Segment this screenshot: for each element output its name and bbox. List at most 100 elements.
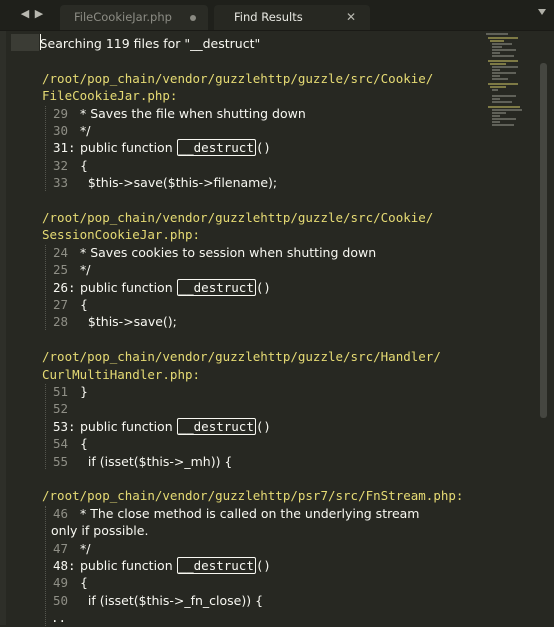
code-text: */ [76,123,91,138]
minimap-line [492,121,500,123]
code-text: $this->save($this->filename); [76,175,278,191]
find-results-view[interactable]: Searching 119 files for "__destruct" /roo… [0,31,554,626]
indent-guide [45,244,46,330]
vertical-scrollbar[interactable] [540,63,547,418]
code-text: { [76,575,88,591]
file-name[interactable]: SessionCookieJar.php: [42,227,200,242]
file-path[interactable]: /root/pop_chain/vendor/guzzlehttp/guzzle… [42,210,433,225]
result-line: 33 $this->save($this->filename); [50,174,277,191]
file-path[interactable]: /root/pop_chain/vendor/guzzlehttp/guzzle… [42,349,441,364]
code-text: public function [76,418,177,434]
minimap[interactable] [486,33,538,143]
minimap-line [492,75,500,77]
line-number: 48 [52,558,68,573]
line-number: 25 [52,262,68,278]
line-number: 55 [52,453,68,469]
result-line: Searching 119 files for "__destruct" [40,35,260,52]
minimap-line [492,55,514,57]
file-path[interactable]: /root/pop_chain/vendor/guzzlehttp/psr7/s… [42,488,463,503]
line-number: 49 [52,575,68,591]
match-colon: : [68,418,76,434]
file-name[interactable]: FileCookieJar.php: [42,88,177,103]
line-number: 27 [52,297,68,312]
minimap-line [492,118,516,120]
result-line: 24 * Saves cookies to session when shutt… [50,244,376,261]
result-line: SessionCookieJar.php: [42,226,200,243]
minimap-line [488,83,518,85]
result-line: 54 { [50,435,88,452]
minimap-line [492,89,498,91]
match-highlight[interactable]: __destruct [176,417,256,435]
code-text: */ [76,540,91,556]
minimap-line [492,101,512,103]
minimap-line [492,72,516,74]
minimap-line [492,98,500,100]
code-text: public function [76,558,177,573]
search-summary-first-char: S [40,36,48,51]
minimap-line [490,63,506,65]
result-line: 32 { [50,157,88,174]
file-name[interactable]: CurlMultiHandler.php: [42,367,200,382]
line-number: 30 [52,123,68,138]
line-number: 52 [52,401,68,417]
result-line: 26: public function __destruct() [50,278,271,296]
tab-filecookiejar[interactable]: FileCookieJar.php [60,5,208,30]
text-cursor [40,34,41,50]
result-line: 50 if (isset($this->_fn_close)) { [50,592,263,609]
code-text: only if possible. [51,523,149,539]
minimap-line [492,69,500,71]
minimap-line [488,37,518,39]
result-line: 47 */ [50,540,91,557]
nav-back-icon[interactable]: ◀ [20,8,30,20]
tab-label: Find Results [234,10,303,24]
minimap-line [490,40,504,42]
line-number: 29 [52,105,68,121]
result-line: /root/pop_chain/vendor/guzzlehttp/guzzle… [42,209,433,226]
line-number: 46 [52,505,68,521]
result-line: 27 { [50,296,88,313]
file-path[interactable]: /root/pop_chain/vendor/guzzlehttp/guzzle… [42,71,433,86]
code-text: { [76,157,88,173]
result-line: only if possible. [51,522,148,539]
code-text: () [255,279,271,295]
tab-find-results[interactable]: Find Results ✕ [214,5,370,30]
code-text: * Saves cookies to session when shutting… [76,244,377,260]
result-line: 55 if (isset($this->_mh)) { [50,453,232,470]
result-line: /root/pop_chain/vendor/guzzlehttp/psr7/s… [42,487,463,504]
code-text: () [255,140,271,156]
code-text: * The close method is called on the unde… [76,505,420,521]
minimap-line [488,60,518,62]
code-text: $this->save(); [76,314,177,330]
result-line: 29 * Saves the file when shutting down [50,105,306,122]
nav-forward-icon[interactable]: ▶ [34,8,44,20]
code-text: if (isset($this->_mh)) { [76,453,233,469]
tab-list-dropdown-icon[interactable] [538,9,546,15]
match-highlight[interactable]: __destruct [176,139,256,157]
code-text: * Saves the file when shutting down [76,105,306,121]
line-number: 28 [52,314,68,330]
line-highlight [11,34,39,51]
close-tab-icon[interactable]: ✕ [346,5,356,30]
tab-bar: ◀ ▶ FileCookieJar.php Find Results ✕ [0,0,554,31]
result-line: 25 */ [50,261,91,278]
result-line: 30 */ [50,122,91,139]
line-number: 50 [52,592,68,608]
indent-guide [45,105,46,191]
modified-dot-icon [190,15,196,21]
match-colon: : [68,558,76,573]
code-text: */ [76,262,91,278]
line-number: 26 [52,279,68,295]
result-line: FileCookieJar.php: [42,87,177,104]
minimap-line [492,109,522,111]
code-text: { [76,436,88,452]
result-line: 28 $this->save(); [50,313,177,330]
minimap-line [486,33,508,35]
match-highlight[interactable]: __destruct [176,278,256,296]
result-line: 31: public function __destruct() [50,139,271,157]
minimap-line [492,112,506,114]
line-number: 24 [52,244,68,260]
minimap-line [492,95,516,97]
match-highlight[interactable]: __destruct [176,557,256,574]
line-number: 31 [52,140,68,156]
tab-label: FileCookieJar.php [74,10,172,24]
